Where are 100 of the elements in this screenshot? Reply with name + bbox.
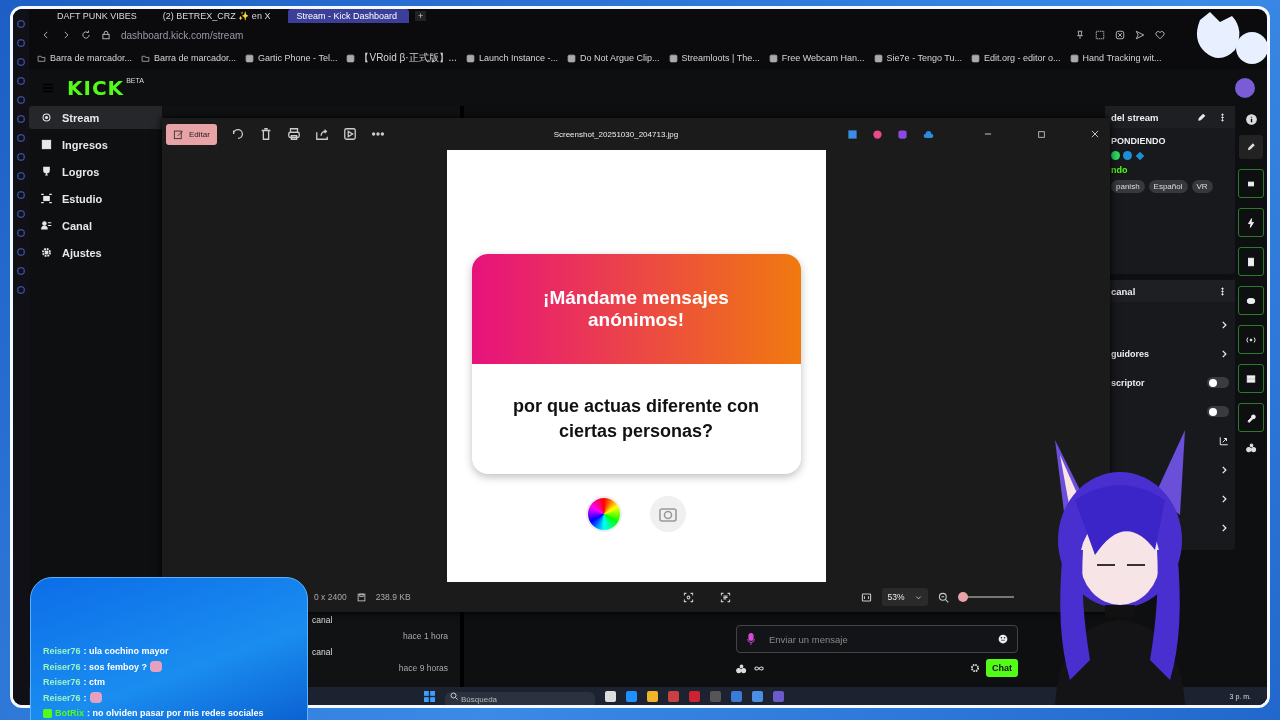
tag[interactable]: VR xyxy=(1191,180,1213,193)
chevron-right-icon[interactable] xyxy=(1219,348,1229,359)
chevron-right-icon[interactable] xyxy=(1219,522,1229,533)
edit-icon[interactable] xyxy=(1197,112,1206,122)
visual-search-icon[interactable] xyxy=(682,591,694,603)
kebab-icon[interactable] xyxy=(1218,286,1227,296)
bookmark[interactable]: Edit.org - editor o... xyxy=(971,53,1061,63)
bookmark[interactable]: 【VRoid β·正式版】... xyxy=(346,51,457,65)
tag[interactable]: panish xyxy=(1111,180,1145,193)
info-icon[interactable] xyxy=(1245,114,1257,125)
tool-button[interactable] xyxy=(1238,364,1264,393)
microphone-icon[interactable] xyxy=(746,633,756,645)
browser-tab[interactable]: Stream - Kick Dashboard xyxy=(288,9,409,23)
nav-item[interactable]: Ingresos xyxy=(29,133,162,156)
cloud-icon[interactable] xyxy=(922,128,935,140)
pin-icon[interactable] xyxy=(1075,30,1085,40)
bookmark[interactable]: Barra de marcador... xyxy=(37,53,133,63)
toggle-switch[interactable] xyxy=(1207,377,1229,388)
people-icon xyxy=(41,220,52,231)
chat-username: Reiser76 xyxy=(43,692,81,703)
back-icon[interactable] xyxy=(41,30,51,40)
color-wheel-icon[interactable] xyxy=(586,496,622,532)
toggle-switch[interactable] xyxy=(1207,406,1229,417)
nav-item[interactable]: Estudio xyxy=(29,187,162,210)
dots-icon[interactable] xyxy=(736,662,747,674)
tool-button[interactable] xyxy=(1238,247,1264,276)
tool-button[interactable] xyxy=(1238,403,1264,432)
emoji-icon[interactable] xyxy=(998,634,1008,644)
edit-app-icon[interactable] xyxy=(847,128,858,140)
bookmark[interactable]: Barra de marcador... xyxy=(141,53,237,63)
nav-item[interactable]: Stream xyxy=(29,106,162,129)
settings-icon[interactable] xyxy=(970,663,980,673)
new-tab-button[interactable]: + xyxy=(414,11,427,21)
taskbar-search-field[interactable]: Búsqueda xyxy=(445,691,595,705)
external-link-icon[interactable] xyxy=(1219,435,1229,446)
nav-item[interactable]: Ajustes xyxy=(29,241,162,264)
kick-logo[interactable]: KICK xyxy=(67,75,125,100)
heart-icon[interactable] xyxy=(1155,30,1165,40)
tool-button[interactable] xyxy=(1238,208,1264,237)
nav-item[interactable]: Canal xyxy=(29,214,162,237)
print-icon[interactable] xyxy=(286,127,301,141)
camera-icon xyxy=(659,506,677,522)
dots-icon[interactable] xyxy=(1245,442,1257,453)
taskbar-app-icon[interactable] xyxy=(626,690,637,702)
site-icon xyxy=(1069,53,1079,63)
chat-button[interactable]: Chat xyxy=(986,659,1018,677)
taskbar-app-icon[interactable] xyxy=(752,690,763,702)
site-icon xyxy=(245,53,255,63)
tag[interactable]: Español xyxy=(1148,180,1188,193)
close-icon[interactable] xyxy=(1090,129,1100,139)
browser-tab[interactable]: (2) BETREX_CRZ ✨ en X xyxy=(154,9,283,23)
kebab-icon[interactable] xyxy=(1218,112,1227,122)
close-tab-icon[interactable] xyxy=(1115,30,1125,40)
bookmark[interactable]: Sie7e - Tengo Tu... xyxy=(873,53,962,63)
reload-icon[interactable] xyxy=(81,30,91,40)
profile-avatar[interactable] xyxy=(1235,77,1255,98)
clipchamp-app-icon[interactable] xyxy=(897,128,908,140)
taskbar-app-icon[interactable] xyxy=(647,690,658,702)
tool-button[interactable] xyxy=(1238,286,1264,315)
bookmark[interactable]: Free Webcam Han... xyxy=(768,53,865,63)
category-link[interactable]: ndo xyxy=(1111,165,1229,175)
forward-icon[interactable] xyxy=(61,30,71,40)
edit-button[interactable] xyxy=(1239,135,1263,159)
zoom-out-icon[interactable] xyxy=(937,591,949,603)
screenshot-icon[interactable] xyxy=(1095,30,1105,40)
image-dimensions: 0 x 2400 xyxy=(314,592,347,602)
bookmark[interactable]: Launch Instance -... xyxy=(465,53,558,63)
text-scan-icon[interactable] xyxy=(719,591,731,603)
bookmark[interactable]: Gartic Phone - Tel... xyxy=(245,53,338,63)
rotate-icon[interactable] xyxy=(230,127,245,141)
send-icon[interactable] xyxy=(1135,30,1145,40)
windows-start-icon[interactable] xyxy=(424,690,435,702)
bookmark[interactable]: Streamloots | The... xyxy=(668,53,760,63)
trophy-icon xyxy=(41,166,52,177)
nav-item[interactable]: Logros xyxy=(29,160,162,183)
bookmark[interactable]: Do Not Argue Clip... xyxy=(566,53,660,63)
folder-icon xyxy=(37,53,46,63)
browser-tab[interactable]: DAFT PUNK VIBES xyxy=(49,9,149,23)
tool-button[interactable] xyxy=(1238,169,1264,198)
activity-label: canal xyxy=(312,615,334,625)
question-text: por que actuas diferente con ciertas personas? xyxy=(511,394,761,443)
zoom-dropdown[interactable]: 53% xyxy=(881,588,928,606)
chevron-right-icon[interactable] xyxy=(1219,493,1229,504)
bookmark[interactable]: Hand Tracking wit... xyxy=(1069,53,1162,63)
pencil-icon xyxy=(1246,142,1256,152)
maximize-icon[interactable] xyxy=(1037,129,1046,139)
edit-button[interactable]: Editar xyxy=(166,123,217,145)
chevron-right-icon[interactable] xyxy=(1219,319,1229,330)
panel-title: del stream xyxy=(1111,111,1160,123)
slideshow-icon[interactable] xyxy=(342,127,357,141)
chat-username: Reiser76 xyxy=(43,646,81,656)
chat-message: : no olviden pasar por mis redes sociales xyxy=(87,708,264,718)
address-field[interactable]: dashboard.kick.com/stream xyxy=(121,29,1065,41)
chat-input-field[interactable]: Enviar un mensaje xyxy=(736,625,1018,653)
fit-screen-icon[interactable] xyxy=(860,591,872,603)
share-icon[interactable] xyxy=(314,127,329,141)
camera-button[interactable] xyxy=(650,496,686,532)
paint-app-icon[interactable] xyxy=(872,128,883,140)
chevron-right-icon[interactable] xyxy=(1219,464,1229,475)
taskbar-app-icon[interactable] xyxy=(605,690,616,702)
